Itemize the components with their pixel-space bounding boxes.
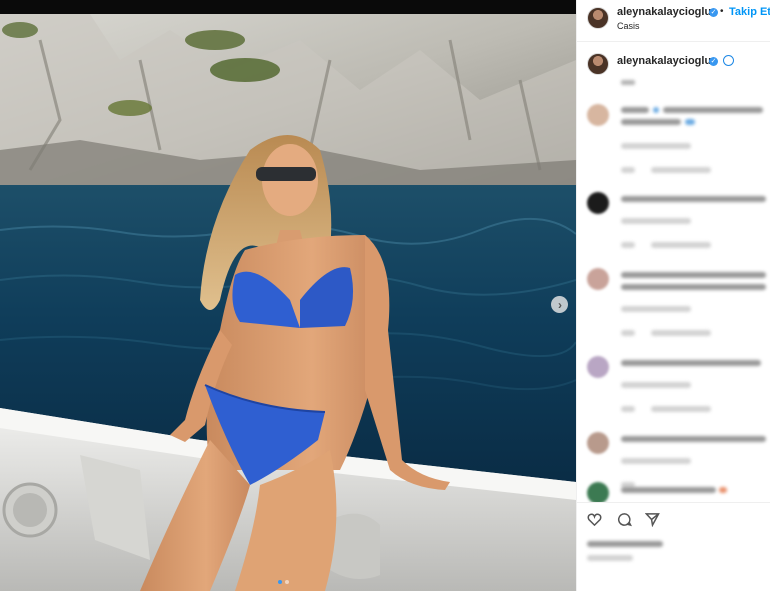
comment-avatar	[587, 356, 609, 378]
carousel-dot	[285, 580, 289, 584]
heart-icon[interactable]	[587, 512, 602, 527]
photo-illustration	[0, 0, 576, 591]
avatar[interactable]	[587, 7, 609, 29]
header-separator: •	[720, 6, 724, 17]
carousel-dots	[278, 580, 289, 584]
comment-avatar	[587, 268, 609, 290]
carousel-next-button[interactable]: ›	[551, 296, 568, 313]
comment-avatar	[587, 432, 609, 454]
follow-button[interactable]: Takip Et	[729, 6, 770, 18]
comment-avatar	[587, 104, 609, 126]
comment-icon[interactable]	[617, 512, 632, 527]
caption-avatar[interactable]	[587, 53, 609, 75]
caption-time-blurred	[621, 80, 635, 85]
location-link[interactable]: Casis	[617, 21, 640, 31]
post-side-panel: aleynakalaycioglu ✓ • Takip Et Casis ale…	[576, 0, 770, 591]
post-actions	[577, 502, 770, 591]
caption-username[interactable]: aleynakalaycioglu	[617, 55, 711, 67]
comment-avatar	[587, 192, 609, 214]
wave-emoji-icon	[723, 55, 734, 66]
header-username[interactable]: aleynakalaycioglu	[617, 6, 711, 18]
chevron-right-icon: ›	[558, 297, 562, 312]
carousel-dot	[278, 580, 282, 584]
verified-badge-icon: ✓	[709, 8, 718, 17]
share-icon[interactable]	[645, 512, 660, 527]
comment-avatar	[587, 482, 609, 504]
post-photo[interactable]: ›	[0, 0, 576, 591]
post-header: aleynakalaycioglu ✓ • Takip Et Casis	[577, 0, 770, 42]
verified-badge-icon: ✓	[709, 57, 718, 66]
